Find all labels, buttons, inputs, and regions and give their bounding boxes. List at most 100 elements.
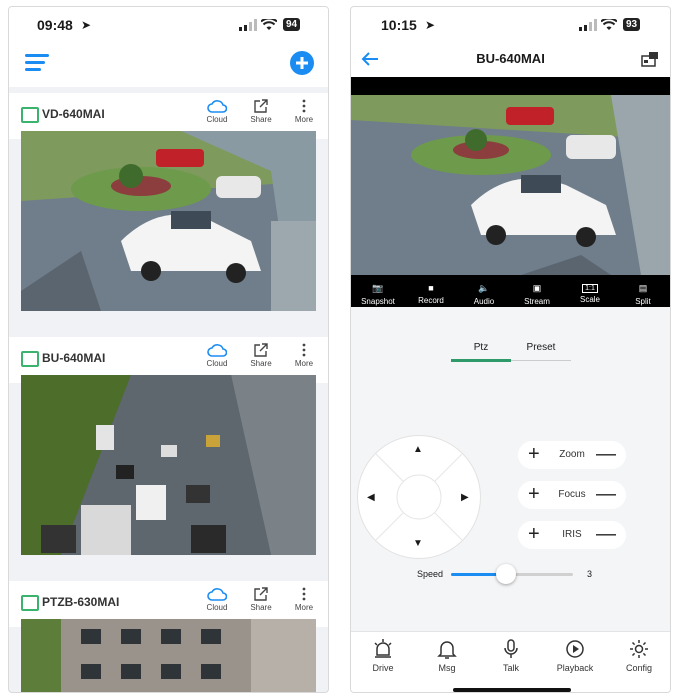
more-vertical-icon [302,99,306,113]
home-indicator [453,688,571,692]
share-label: Share [250,359,272,368]
camera-name: BU-640MAI [42,351,106,365]
playback-icon [566,640,584,658]
speed-slider[interactable] [451,564,573,584]
scale-label: Scale [579,295,600,304]
pan-down-icon[interactable]: ▼ [413,538,423,549]
more-vertical-icon [302,587,306,601]
share-button[interactable]: Share [241,99,281,124]
tab-preset[interactable]: Preset [511,342,571,353]
gear-icon [630,640,648,658]
share-button[interactable]: Share [241,343,281,368]
audio-button[interactable]: 🔈 Audio [459,283,509,306]
pan-right-icon[interactable]: ▶ [461,492,469,503]
camera-name: VD-640MAI [42,107,105,121]
audio-label: Audio [473,297,495,306]
zoom-control: + Zoom — [518,441,626,469]
cell-signal-icon [239,19,257,31]
top-bar [9,43,328,87]
share-icon [254,343,268,357]
record-label: Record [418,296,444,305]
cloud-label: Cloud [206,115,228,124]
cloud-label: Cloud [206,359,228,368]
cloud-label: Cloud [206,603,228,612]
record-button[interactable]: ■ Record [406,283,456,305]
camera-icon [21,595,39,611]
camera-icon [21,107,39,123]
zoom-out-button[interactable]: — [596,443,616,466]
device-settings-icon[interactable] [641,51,659,67]
nav-config[interactable]: Config [612,638,666,673]
cell-signal-icon [579,19,597,31]
more-label: More [294,603,314,612]
nav-drive[interactable]: Drive [356,638,410,673]
speed-slider-thumb[interactable] [495,564,516,584]
speed-label: Speed [417,569,444,579]
nav-config-label: Config [625,663,652,673]
nav-drive-label: Drive [372,663,394,673]
nav-playback-label: Playback [556,663,594,673]
stream-button[interactable]: ▣ Stream [512,283,562,306]
scale-icon: 1:1 [582,284,598,293]
battery-indicator: 93 [623,18,641,31]
top-bar: BU-640MAI [351,43,670,77]
wifi-icon [261,19,277,30]
camera-preview-driveway[interactable] [21,131,316,311]
more-button[interactable]: More [284,99,324,124]
nav-msg-label: Msg [438,663,456,673]
snapshot-label: Snapshot [361,297,395,306]
ptz-tabs: Ptz Preset [451,342,571,362]
page-title: BU-640MAI [476,51,545,66]
stream-label: Stream [524,297,550,306]
pan-up-icon[interactable]: ▲ [413,444,423,455]
battery-indicator: 94 [283,18,301,31]
share-label: Share [250,603,272,612]
nav-msg[interactable]: Msg [420,638,474,673]
cloud-icon [207,100,227,113]
more-button[interactable]: More [284,343,324,368]
focus-control: + Focus — [518,481,626,509]
speed-value: 3 [587,569,593,579]
more-button[interactable]: More [284,587,324,612]
split-label: Split [635,297,651,306]
cloud-icon [207,344,227,357]
cloud-button[interactable]: Cloud [197,587,237,612]
tab-divider [511,360,571,361]
cloud-button[interactable]: Cloud [197,99,237,124]
live-video[interactable] [351,95,670,275]
focus-out-button[interactable]: — [596,483,616,506]
status-bar: 09:48 ➤ 94 [9,7,328,43]
status-time: 09:48 [37,17,73,33]
split-button[interactable]: ▤ Split [618,283,668,306]
active-tab-indicator [451,359,511,362]
alarm-siren-icon [374,639,392,658]
iris-control: + IRIS — [518,521,626,549]
location-arrow-icon: ➤ [425,18,436,32]
cloud-button[interactable]: Cloud [197,343,237,368]
share-button[interactable]: Share [241,587,281,612]
direction-pad[interactable]: ▲ ▼ ◀ ▶ [357,435,481,559]
hamburger-menu-icon[interactable] [25,53,49,71]
nav-playback[interactable]: Playback [548,638,602,673]
camera-icon [21,351,39,367]
camera-preview-building[interactable] [21,619,316,692]
microphone-icon [504,639,518,658]
speaker-icon: 🔈 [478,283,490,293]
camera-name: PTZB-630MAI [42,595,120,609]
more-label: More [294,359,314,368]
status-time: 10:15 [381,17,417,33]
status-bar: 10:15 ➤ 93 [351,7,670,43]
share-icon [254,587,268,601]
more-vertical-icon [302,343,306,357]
snapshot-button[interactable]: 📷 Snapshot [353,283,403,306]
scale-button[interactable]: 1:1 Scale [565,283,615,304]
iris-close-button[interactable]: — [596,523,616,546]
camera-preview-highway[interactable] [21,375,316,555]
device-list-screen: 09:48 ➤ 94 VD-640MAI Cloud Share More BU… [8,6,329,693]
tab-ptz[interactable]: Ptz [451,342,511,353]
nav-talk[interactable]: Talk [484,638,538,673]
pan-left-icon[interactable]: ◀ [367,492,375,503]
stream-icon: ▣ [532,283,542,293]
plus-circle-icon[interactable] [290,51,314,75]
share-label: Share [250,115,272,124]
